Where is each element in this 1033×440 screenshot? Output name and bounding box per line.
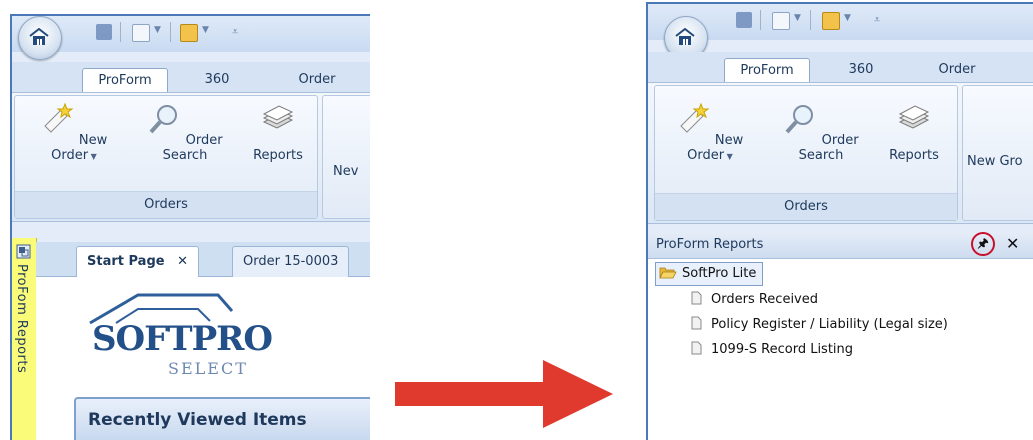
- order-search-button[interactable]: Order Search: [133, 102, 237, 163]
- transition-arrow-icon: [395, 360, 613, 428]
- ribbon: New Order ▼ Order Search Reports Orders: [648, 82, 1033, 224]
- tree-item[interactable]: 1099-S Record Listing: [690, 341, 853, 359]
- tab-360[interactable]: 360: [192, 68, 242, 92]
- save-icon[interactable]: [96, 24, 112, 40]
- tab-360[interactable]: 360: [836, 58, 886, 82]
- toolbar-divider: [760, 10, 761, 30]
- chevron-down-icon: ▼: [88, 152, 97, 161]
- toolbar-divider: [120, 22, 121, 42]
- tree-item[interactable]: Policy Register / Liability (Legal size): [690, 316, 948, 334]
- close-icon[interactable]: ✕: [177, 254, 188, 269]
- new-group-button[interactable]: New Gro: [967, 154, 1033, 169]
- report-page-icon: [691, 341, 702, 355]
- ribbon-tab-bar: ProForm 360 Order: [648, 52, 1033, 83]
- start-page-content: SOFTPRO SELECT Recently Viewed Items: [36, 277, 370, 440]
- logo-sub-text: SELECT: [168, 359, 248, 378]
- order-search-label: Order Search: [162, 133, 223, 163]
- recently-viewed-title: Recently Viewed Items: [88, 410, 307, 430]
- tab-order[interactable]: Order: [282, 68, 352, 92]
- left-screenshot: ▼ ▼ ⩡ ProForm 360 Order New Order ▼ Orde…: [10, 14, 370, 440]
- house-icon: [29, 28, 49, 45]
- reports-pane-header: ProForm Reports 🖈 ✕: [648, 232, 1033, 259]
- chevron-down-icon[interactable]: ▼: [844, 13, 851, 23]
- tree-folder-softpro-lite[interactable]: SoftPro Lite: [655, 262, 764, 286]
- new-order-icon: [680, 102, 710, 133]
- tab-order-15-0003[interactable]: Order 15-0003: [232, 246, 350, 277]
- pin-icon[interactable]: 🖈: [971, 232, 995, 256]
- new-order-icon: [44, 102, 74, 133]
- reports-button[interactable]: Reports: [247, 102, 309, 163]
- chevron-down-icon[interactable]: ▼: [794, 13, 801, 23]
- ribbon-tab-bar: ProForm 360 Order: [12, 62, 370, 93]
- new-group-button[interactable]: Nev: [333, 164, 370, 179]
- reports-pane-icon: [16, 244, 31, 259]
- orders-group: New Order ▼ Order Search Reports Orders: [14, 95, 318, 219]
- chevron-down-icon[interactable]: ▼: [154, 25, 161, 35]
- tree-item-label: Policy Register / Liability (Legal size): [711, 317, 948, 332]
- reports-icon: [262, 105, 294, 129]
- tree-item-label: Orders Received: [711, 292, 818, 307]
- order-search-button[interactable]: Order Search: [769, 102, 873, 163]
- clipboard-icon[interactable]: [180, 24, 198, 42]
- next-group: New Gro: [962, 85, 1033, 221]
- report-page-icon: [691, 291, 702, 305]
- order-search-label: Order Search: [798, 133, 859, 163]
- house-icon: [675, 28, 695, 45]
- reports-label: Reports: [253, 148, 303, 163]
- tab-start-page[interactable]: Start Page ✕: [76, 246, 200, 277]
- document-tab-bar: Start Page ✕ Order 15-0003: [36, 242, 370, 277]
- toolbar-divider: [170, 22, 171, 42]
- folder-label: SoftPro Lite: [682, 266, 757, 281]
- customize-toolbar-icon[interactable]: ⩡: [874, 13, 880, 27]
- new-document-icon[interactable]: [772, 12, 790, 30]
- reports-icon: [898, 105, 930, 129]
- side-tab-label: ProFom Reports: [14, 264, 29, 374]
- folder-open-icon: [659, 267, 677, 279]
- tree-item-label: 1099-S Record Listing: [711, 342, 854, 357]
- tab-proform[interactable]: ProForm: [82, 68, 168, 93]
- recently-viewed-header: Recently Viewed Items: [74, 397, 370, 440]
- orders-group-label: Orders: [655, 193, 957, 220]
- save-icon[interactable]: [736, 12, 752, 28]
- tab-order[interactable]: Order: [922, 58, 992, 82]
- right-screenshot: ▼ ▼ ⩡ ProForm 360 Order New Order ▼ Orde…: [646, 2, 1033, 440]
- clipboard-icon[interactable]: [822, 12, 840, 30]
- tab-proform[interactable]: ProForm: [724, 58, 810, 83]
- chevron-down-icon: ▼: [724, 152, 733, 161]
- new-order-label: New Order: [687, 133, 744, 163]
- softpro-logo: SOFTPRO SELECT: [86, 291, 273, 381]
- new-order-button[interactable]: New Order ▼: [25, 102, 123, 163]
- close-icon[interactable]: ✕: [1006, 234, 1019, 253]
- quick-access-toolbar: ▼ ▼ ⩡: [12, 16, 370, 60]
- magnifier-icon: [149, 105, 178, 134]
- next-group: Nev: [322, 95, 370, 219]
- new-order-label: New Order: [51, 133, 108, 163]
- quick-access-toolbar: ▼ ▼ ⩡: [648, 4, 1033, 60]
- new-group-label: New Gro: [967, 154, 1023, 169]
- report-page-icon: [691, 316, 702, 330]
- reports-pane-title: ProForm Reports: [656, 237, 764, 252]
- reports-label: Reports: [889, 148, 939, 163]
- tree-item[interactable]: Orders Received: [690, 291, 818, 309]
- orders-group-label: Orders: [15, 191, 317, 218]
- customize-toolbar-icon[interactable]: ⩡: [232, 25, 238, 39]
- reports-tree: SoftPro Lite Orders Received Policy Regi…: [648, 259, 1033, 440]
- new-group-label: Nev: [333, 164, 359, 179]
- orders-group: New Order ▼ Order Search Reports Orders: [654, 85, 958, 221]
- toolbar-divider: [810, 10, 811, 30]
- proform-reports-side-tab[interactable]: ProFom Reports: [12, 238, 37, 440]
- start-page-label: Start Page: [87, 254, 165, 269]
- ribbon: New Order ▼ Order Search Reports Orders: [12, 92, 370, 222]
- application-menu-button[interactable]: [18, 16, 62, 60]
- chevron-down-icon[interactable]: ▼: [202, 25, 209, 35]
- logo-main-text: SOFTPRO: [92, 319, 273, 359]
- new-order-button[interactable]: New Order ▼: [661, 102, 759, 163]
- magnifier-icon: [785, 105, 814, 134]
- reports-button[interactable]: Reports: [883, 102, 945, 163]
- new-document-icon[interactable]: [132, 24, 150, 42]
